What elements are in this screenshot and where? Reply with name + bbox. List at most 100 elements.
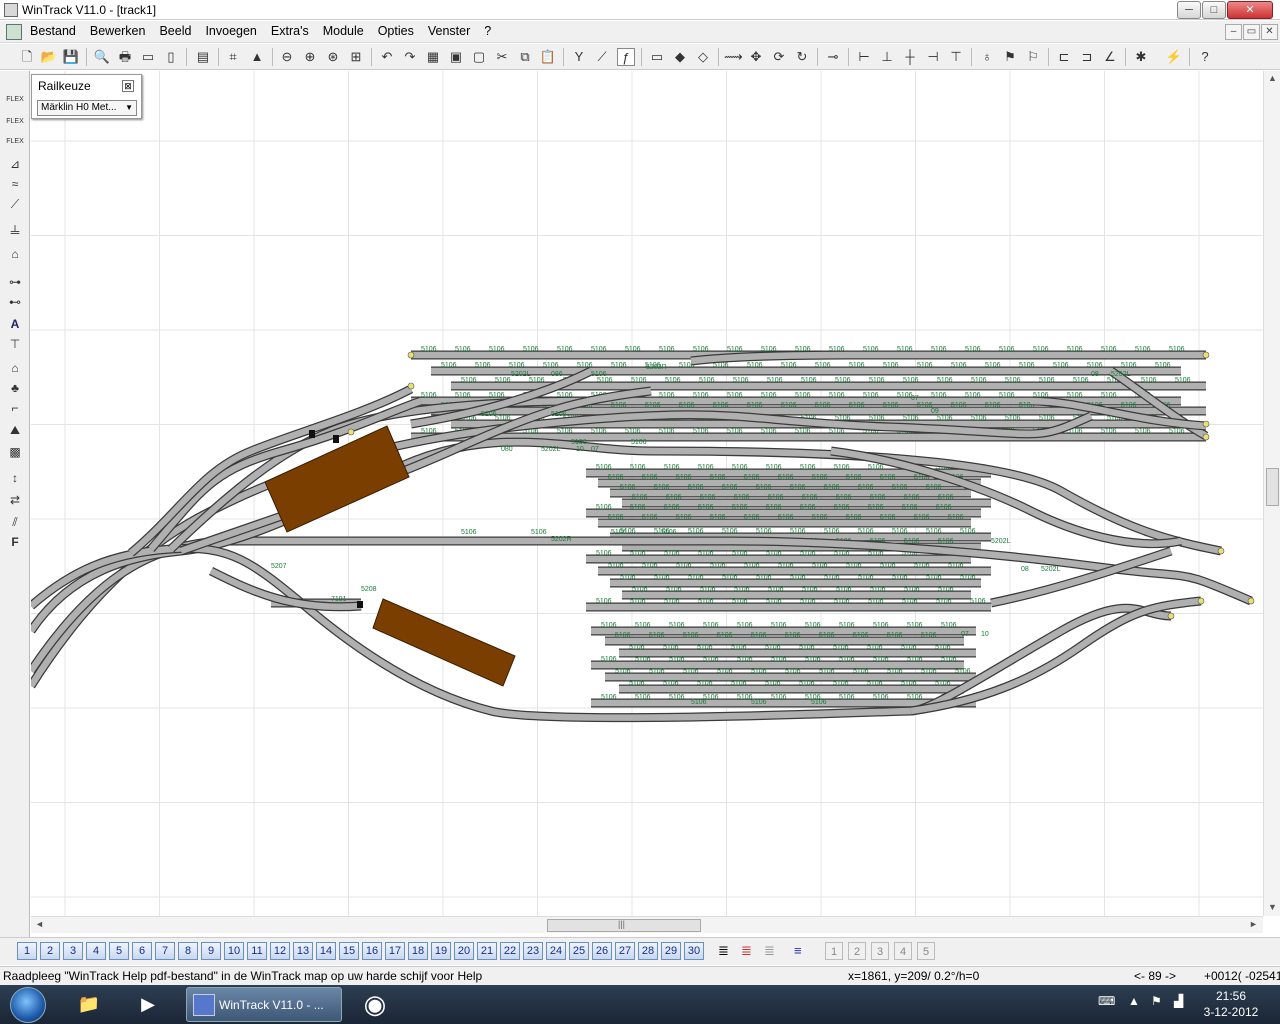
- curve-icon[interactable]: ⟋: [593, 48, 611, 66]
- connect-icon[interactable]: ⊸: [824, 48, 842, 66]
- menu-item[interactable]: Opties: [378, 24, 414, 38]
- layers-icon[interactable]: ≣: [718, 943, 729, 959]
- cut-icon[interactable]: ✂: [493, 48, 511, 66]
- layer-page-button[interactable]: 3: [871, 942, 889, 960]
- page-button[interactable]: 16: [362, 942, 382, 960]
- explorer-icon[interactable]: 📁: [65, 988, 113, 1021]
- page-button[interactable]: 24: [546, 942, 566, 960]
- ramp-tool-icon[interactable]: ⊿: [5, 155, 25, 173]
- minimize-button[interactable]: ─: [1177, 1, 1201, 19]
- chrome-icon[interactable]: ◉: [351, 988, 399, 1021]
- page-button[interactable]: 14: [316, 942, 336, 960]
- zoom-window-icon[interactable]: ⊛: [324, 48, 342, 66]
- layer-page-button[interactable]: 5: [917, 942, 935, 960]
- 3d-view-icon[interactable]: ▲: [248, 48, 266, 66]
- menu-item[interactable]: Beeld: [159, 24, 191, 38]
- document-icon[interactable]: [6, 24, 22, 40]
- print-setup-icon[interactable]: ▭: [139, 48, 157, 66]
- layer-hidden-icon[interactable]: ≣: [764, 943, 775, 959]
- vertical-scrollbar[interactable]: ▲ ▼: [1263, 71, 1280, 916]
- paste-icon[interactable]: 📋: [539, 48, 557, 66]
- print-preview-icon[interactable]: 🔍: [93, 48, 111, 66]
- road-tool-icon[interactable]: ⫽: [5, 513, 25, 531]
- align-left-icon[interactable]: ⊢: [855, 48, 873, 66]
- paste-block-icon[interactable]: ▢: [470, 48, 488, 66]
- menu-item[interactable]: Venster: [428, 24, 470, 38]
- close-button[interactable]: ✕: [1227, 1, 1273, 19]
- align-center-icon[interactable]: ⊥: [878, 48, 896, 66]
- page-button[interactable]: 5: [109, 942, 129, 960]
- measure-icon[interactable]: ⊏: [1055, 48, 1073, 66]
- drawing-canvas[interactable]: 5106 5106 5106 5106 5106 5106 5106 5106 5106 5106…: [31, 71, 1263, 916]
- page-button[interactable]: 18: [408, 942, 428, 960]
- flex-track-icon[interactable]: ƒ: [617, 48, 635, 66]
- vertical-scroll-thumb[interactable]: [1266, 468, 1279, 506]
- page-button[interactable]: 12: [270, 942, 290, 960]
- copy-icon[interactable]: ⧉: [516, 48, 534, 66]
- library-icon[interactable]: ▤: [194, 48, 212, 66]
- save-icon[interactable]: 💾: [62, 48, 80, 66]
- page-button[interactable]: 8: [178, 942, 198, 960]
- zoom-out-icon[interactable]: ⊖: [278, 48, 296, 66]
- delete-icon[interactable]: ▦: [424, 48, 442, 66]
- layer-off-icon[interactable]: ≣: [741, 943, 752, 959]
- move-icon[interactable]: ✥: [747, 48, 765, 66]
- page-button[interactable]: 22: [500, 942, 520, 960]
- page-button[interactable]: 26: [592, 942, 612, 960]
- settings-icon[interactable]: ✱: [1132, 48, 1150, 66]
- tray-expand-icon[interactable]: ▲: [1128, 994, 1140, 1008]
- layer-page-button[interactable]: 4: [894, 942, 912, 960]
- landscape-tool-icon[interactable]: ▩: [5, 443, 25, 461]
- start-button[interactable]: [10, 987, 46, 1023]
- house-tool-icon[interactable]: ⌂: [5, 359, 25, 377]
- scroll-up-icon[interactable]: ▲: [1268, 73, 1277, 83]
- page-button[interactable]: 4: [86, 942, 106, 960]
- page-button[interactable]: 13: [293, 942, 313, 960]
- action-center-icon[interactable]: ⚑: [1151, 994, 1162, 1008]
- page-button[interactable]: 21: [477, 942, 497, 960]
- scroll-right-icon[interactable]: ►: [1249, 919, 1258, 929]
- layer-icon[interactable]: ▭: [648, 48, 666, 66]
- layer-manager-icon[interactable]: ≡: [794, 943, 802, 958]
- system-clock[interactable]: 21:56 3-12-2012: [1196, 988, 1266, 1020]
- rotate-icon[interactable]: ⟳: [770, 48, 788, 66]
- mdi-close-button[interactable]: ✕: [1261, 24, 1278, 40]
- tunnel-tool-icon[interactable]: ⊷: [5, 293, 25, 311]
- flex-track-3-tool-icon[interactable]: FLEX: [5, 133, 25, 151]
- mdi-minimize-button[interactable]: –: [1225, 24, 1242, 40]
- marker-icon[interactable]: ⚑: [1001, 48, 1019, 66]
- flex-track-tool-icon[interactable]: FLEX: [5, 91, 25, 109]
- page-button[interactable]: 19: [431, 942, 451, 960]
- page-button[interactable]: 11: [247, 942, 267, 960]
- redo-icon[interactable]: ↷: [401, 48, 419, 66]
- group-icon[interactable]: ◆: [671, 48, 689, 66]
- menu-item[interactable]: Bewerken: [90, 24, 146, 38]
- taskbar-wintrack-button[interactable]: WinTrack V11.0 - ...: [186, 987, 342, 1022]
- rotate-180-icon[interactable]: ↻: [793, 48, 811, 66]
- page-button[interactable]: 10: [224, 942, 244, 960]
- page-button[interactable]: 30: [684, 942, 704, 960]
- horizontal-scroll-thumb[interactable]: |||: [547, 919, 701, 932]
- export-icon[interactable]: ▯: [162, 48, 180, 66]
- page-button[interactable]: 28: [638, 942, 658, 960]
- page-button[interactable]: 6: [132, 942, 152, 960]
- menu-item[interactable]: Bestand: [30, 24, 76, 38]
- page-button[interactable]: 1: [17, 942, 37, 960]
- maximize-button[interactable]: □: [1202, 1, 1226, 19]
- parts-list-icon[interactable]: ⌗: [224, 48, 242, 66]
- page-button[interactable]: 27: [615, 942, 635, 960]
- align-right-icon[interactable]: ⊣: [924, 48, 942, 66]
- distance-icon[interactable]: ⊐: [1078, 48, 1096, 66]
- page-button[interactable]: 17: [385, 942, 405, 960]
- horizontal-scrollbar[interactable]: ◄ ||| ►: [31, 916, 1263, 933]
- panel-close-icon[interactable]: ⊠: [122, 80, 134, 92]
- open-folder-icon[interactable]: 📂: [40, 48, 58, 66]
- menu-item[interactable]: Invoegen: [205, 24, 256, 38]
- menu-item[interactable]: ?: [484, 24, 491, 38]
- menu-item[interactable]: Module: [323, 24, 364, 38]
- signal-tool-icon[interactable]: ⊤: [5, 335, 25, 353]
- track-layout[interactable]: 5106 5106 5106 5106 5106 5106 5106 5106 5106 5106…: [31, 71, 1263, 916]
- help-icon[interactable]: ?: [1196, 48, 1214, 66]
- ungroup-icon[interactable]: ◇: [694, 48, 712, 66]
- rail-system-select[interactable]: Märklin H0 Met... ▼: [37, 100, 137, 116]
